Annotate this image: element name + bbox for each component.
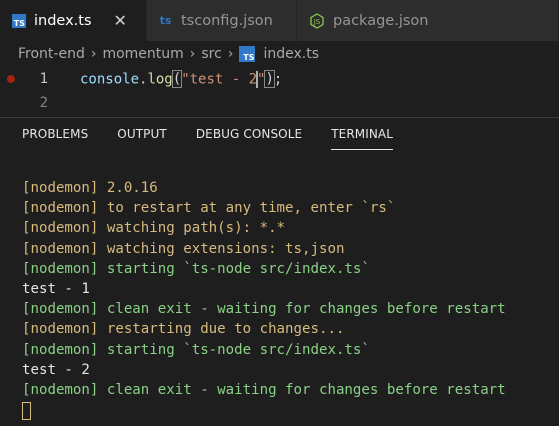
code-line[interactable]: 2 — [0, 91, 559, 115]
terminal-line: [nodemon] starting `ts-node src/index.ts… — [22, 260, 370, 277]
terminal-line: [nodemon] to restart at any time, enter … — [22, 200, 396, 217]
svg-text:JS: JS — [313, 18, 321, 26]
terminal-line: [nodemon] 2.0.16 — [22, 180, 158, 196]
tab-index-ts[interactable]: TS index.ts ✕ — [0, 0, 147, 41]
breadcrumb-item-momentum[interactable]: momentum — [102, 46, 183, 62]
typescript-file-icon: TS — [12, 13, 26, 28]
code-token-string: "test - 2 — [181, 71, 258, 87]
panel-tab-bar: PROBLEMS OUTPUT DEBUG CONSOLE TERMINAL — [0, 118, 559, 150]
breadcrumb-separator: › — [90, 46, 97, 62]
breakpoint-icon[interactable] — [7, 75, 15, 83]
terminal-line: [nodemon] restarting due to changes... — [22, 321, 345, 338]
terminal-output[interactable]: [nodemon] 2.0.16 [nodemon] to restart at … — [22, 178, 506, 421]
breadcrumb: Front-end › momentum › src › TS index.ts — [0, 41, 559, 67]
code-token-function: log — [147, 71, 173, 87]
breadcrumb-separator: › — [227, 46, 234, 62]
code-token-close-paren: ) — [264, 70, 275, 88]
tab-problems[interactable]: PROBLEMS — [22, 118, 88, 150]
breadcrumb-item-front-end[interactable]: Front-end — [18, 46, 85, 62]
code-line[interactable]: 1 console.log("test - 2"); — [0, 67, 559, 91]
code-token-semicolon: ; — [273, 71, 283, 87]
code-editor[interactable]: 1 console.log("test - 2"); 2 — [0, 67, 559, 117]
terminal-cursor — [22, 402, 31, 421]
breadcrumb-item-src[interactable]: src — [201, 46, 221, 62]
terminal-line: test - 2 — [22, 361, 90, 378]
terminal-line: [nodemon] starting `ts-node src/index.ts… — [22, 341, 370, 358]
breadcrumb-separator: › — [189, 46, 196, 62]
breadcrumb-item-index-ts[interactable]: index.ts — [263, 46, 319, 62]
code-token-object: console — [80, 71, 140, 87]
typescript-file-icon: TS — [239, 46, 256, 62]
line-number: 2 — [39, 95, 48, 111]
terminal-line: test - 1 — [22, 280, 90, 297]
nodejs-icon: JS — [310, 12, 324, 29]
tab-output[interactable]: OUTPUT — [117, 118, 167, 150]
terminal-line: [nodemon] watching path(s): *.* — [22, 220, 286, 237]
tab-label: tsconfig.json — [181, 12, 273, 29]
tab-label: package.json — [333, 12, 429, 29]
bottom-panel: PROBLEMS OUTPUT DEBUG CONSOLE TERMINAL [… — [0, 117, 559, 426]
tab-tsconfig-json[interactable]: ts tsconfig.json — [147, 0, 297, 41]
tab-package-json[interactable]: JS package.json — [297, 0, 559, 41]
terminal-line: [nodemon] clean exit - waiting for chang… — [22, 381, 506, 398]
tab-terminal[interactable]: TERMINAL — [331, 118, 393, 150]
tab-debug-console[interactable]: DEBUG CONSOLE — [196, 118, 302, 150]
code-content[interactable]: console.log("test - 2"); — [80, 70, 283, 88]
terminal-prompt-line[interactable] — [22, 400, 506, 421]
editor-tab-bar: TS index.ts ✕ ts tsconfig.json JS packag… — [0, 0, 559, 41]
code-token-open-paren: ( — [171, 70, 183, 88]
typescript-config-icon: ts — [159, 13, 173, 28]
close-icon[interactable]: ✕ — [114, 11, 127, 30]
tab-label: index.ts — [34, 12, 92, 29]
terminal-line: [nodemon] clean exit - waiting for chang… — [22, 301, 506, 318]
terminal-line: [nodemon] watching extensions: ts,json — [22, 240, 345, 257]
